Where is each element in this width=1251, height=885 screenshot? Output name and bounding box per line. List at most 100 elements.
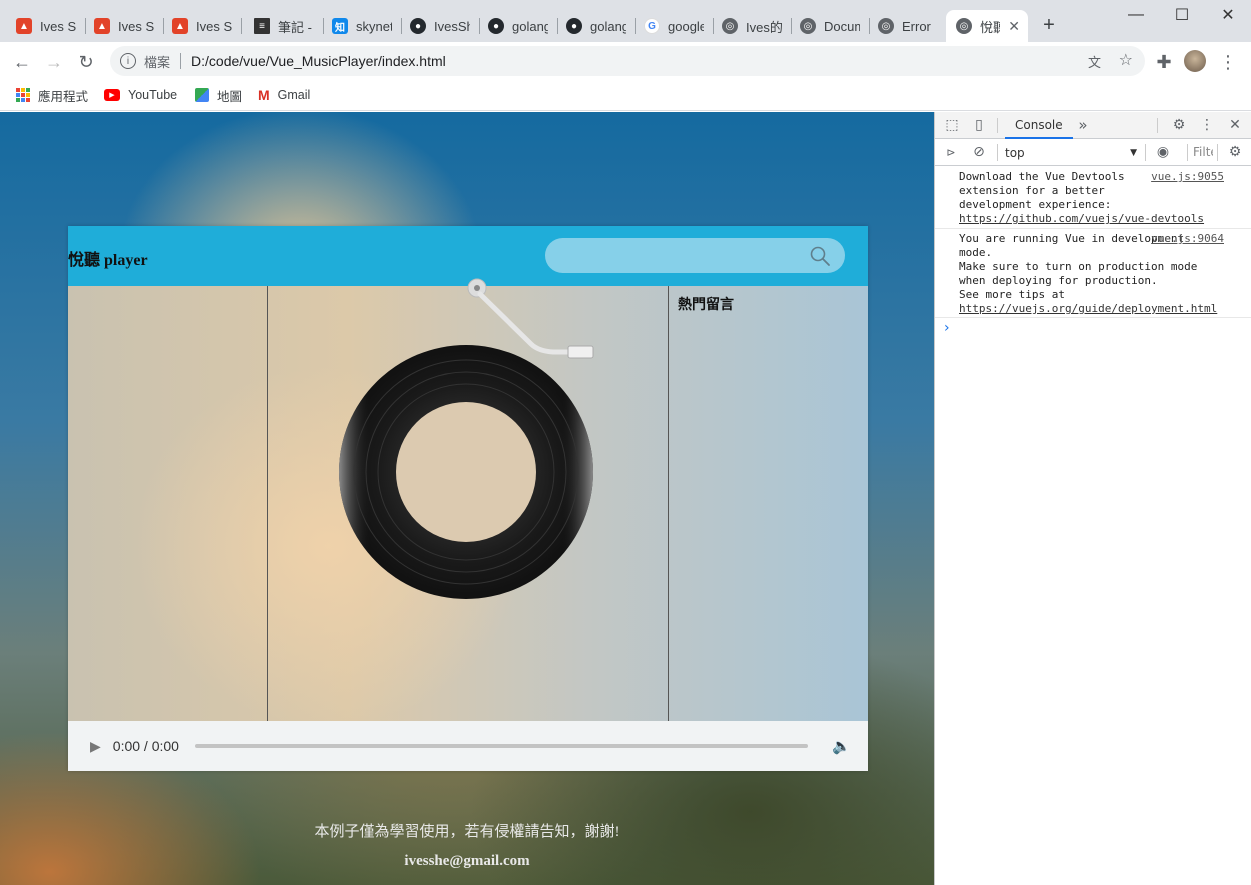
close-window-button[interactable]: ✕ bbox=[1205, 0, 1251, 30]
context-selector[interactable]: top ▼ bbox=[1005, 143, 1141, 162]
message-source-link[interactable]: vue.js:9064 bbox=[1151, 232, 1224, 246]
divider bbox=[668, 286, 669, 721]
tab-title: golang bbox=[590, 18, 626, 34]
bookmark-maps[interactable]: 地圖 bbox=[195, 86, 242, 104]
console-prompt[interactable]: › bbox=[944, 320, 950, 336]
github-icon: ● bbox=[488, 18, 504, 34]
audio-time: 0:00 / 0:00 bbox=[112, 738, 179, 754]
browser-tab[interactable]: ◎ Error bbox=[870, 10, 946, 42]
maximize-button[interactable]: ☐ bbox=[1159, 0, 1205, 30]
new-tab-button[interactable]: + bbox=[1038, 14, 1060, 36]
browser-tab-active[interactable]: ◎ 悅聽 ✕ bbox=[946, 10, 1028, 42]
clear-console-icon[interactable]: ⊘ bbox=[969, 142, 989, 162]
tab-title: Ives的 bbox=[746, 19, 782, 35]
volume-icon[interactable]: 🔈 bbox=[832, 737, 851, 755]
bookmark-label: Gmail bbox=[277, 88, 311, 102]
footer-email: ivesshe@gmail.com bbox=[404, 853, 530, 869]
github-icon: ● bbox=[566, 18, 582, 34]
play-icon[interactable]: ▶ bbox=[90, 738, 101, 755]
tab-console[interactable]: Console bbox=[1005, 112, 1073, 139]
browser-tab[interactable]: ◎ Ives的 bbox=[714, 10, 792, 42]
avatar[interactable] bbox=[1184, 50, 1206, 72]
bookmark-label: YouTube bbox=[128, 88, 178, 102]
eye-icon[interactable]: ◉ bbox=[1153, 142, 1173, 162]
context-label: top bbox=[1005, 145, 1025, 160]
browser-tab[interactable]: 知 skynet bbox=[324, 10, 402, 42]
bookmark-label: 應用程式 bbox=[38, 89, 89, 104]
bookmark-star-icon[interactable]: ☆ bbox=[1119, 50, 1133, 70]
browser-tab[interactable]: ● golang bbox=[480, 10, 558, 42]
tab-title: Ives Sh bbox=[196, 18, 232, 34]
bookmark-youtube[interactable]: ▶ YouTube bbox=[104, 86, 177, 104]
maps-icon bbox=[195, 88, 209, 102]
globe-icon: ◎ bbox=[878, 18, 894, 34]
tab-title: Ives Sh bbox=[40, 18, 76, 34]
tab-title: skynet bbox=[356, 18, 392, 34]
message-link[interactable]: https://vuejs.org/guide/deployment.html bbox=[959, 302, 1221, 316]
devtools-tabbar: ⬚ ▯ Console » ⚙ ⋮ ✕ bbox=[935, 112, 1251, 139]
page-title: 悅聽 player bbox=[68, 252, 148, 269]
url-text[interactable]: D:/code/vue/Vue_MusicPlayer/index.html bbox=[191, 53, 446, 69]
browser-tab[interactable]: ◎ Docum bbox=[792, 10, 870, 42]
sidebar-toggle-icon[interactable]: ⊳ bbox=[941, 142, 961, 162]
tab-title: 悅聽 bbox=[980, 19, 1001, 35]
console-toolbar: ⊳ ⊘ top ▼ ◉ Filter ⚙ bbox=[935, 139, 1251, 166]
menu-dots-icon[interactable]: ⋮ bbox=[1214, 48, 1242, 76]
extensions-icon[interactable]: ✚ bbox=[1150, 48, 1178, 76]
gear-icon[interactable]: ⚙ bbox=[1169, 115, 1189, 135]
divider bbox=[267, 286, 268, 721]
globe-icon: ◎ bbox=[800, 18, 816, 34]
youtube-icon: ▶ bbox=[104, 89, 120, 101]
search-input[interactable] bbox=[545, 238, 845, 273]
translate-icon[interactable]: 文 bbox=[1088, 52, 1101, 71]
bookmark-label: 地圖 bbox=[217, 89, 243, 104]
more-tabs-icon[interactable]: » bbox=[1073, 115, 1093, 135]
close-icon[interactable]: ✕ bbox=[1225, 115, 1245, 135]
google-icon: G bbox=[644, 18, 660, 34]
message-text: Download the Vue Devtools extension for … bbox=[959, 170, 1132, 211]
message-source-link[interactable]: vue.js:9055 bbox=[1151, 170, 1224, 184]
search-icon[interactable] bbox=[809, 245, 831, 267]
kebab-menu-icon[interactable]: ⋮ bbox=[1197, 115, 1217, 135]
scheme-label: 檔案 bbox=[144, 54, 171, 70]
inspect-element-icon[interactable]: ⬚ bbox=[942, 115, 962, 135]
vinyl-record-icon bbox=[339, 278, 594, 599]
song-list-panel bbox=[68, 286, 267, 721]
page-viewport: 悅聽 player 熱門留言 ▶ 0:00 / 0:00 🔈 本例子僅為學習使用… bbox=[0, 112, 934, 885]
info-icon[interactable]: i bbox=[120, 53, 136, 69]
tab-title: Docum bbox=[824, 18, 860, 34]
apps-grid-icon bbox=[16, 88, 30, 102]
seek-bar[interactable] bbox=[194, 744, 808, 748]
tab-title: 筆記 - I bbox=[278, 19, 314, 35]
back-arrow-icon[interactable]: ← bbox=[8, 48, 36, 76]
audio-player: ▶ 0:00 / 0:00 🔈 bbox=[68, 721, 868, 771]
tab-title: Ives Sh bbox=[118, 18, 154, 34]
github-icon: ● bbox=[410, 18, 426, 34]
browser-tab[interactable]: G google bbox=[636, 10, 714, 42]
minimize-button[interactable]: — bbox=[1113, 0, 1159, 30]
gitlab-icon: ▲ bbox=[172, 18, 188, 34]
bookmark-apps[interactable]: 應用程式 bbox=[16, 86, 88, 104]
device-toolbar-icon[interactable]: ▯ bbox=[969, 115, 989, 135]
message-link[interactable]: https://github.com/vuejs/vue-devtools bbox=[959, 212, 1204, 225]
comments-heading: 熱門留言 bbox=[678, 298, 734, 313]
footer-notice: 本例子僅為學習使用，若有侵權請告知，謝謝! bbox=[314, 824, 620, 840]
address-bar[interactable]: i 檔案 D:/code/vue/Vue_MusicPlayer/index.h… bbox=[110, 46, 1145, 76]
console-settings-icon[interactable]: ⚙ bbox=[1225, 142, 1245, 162]
console-message: vue.js:9064 You are running Vue in devel… bbox=[935, 230, 1251, 318]
forward-arrow-icon[interactable]: → bbox=[40, 48, 68, 76]
browser-tab[interactable]: ● IvesSh bbox=[402, 10, 480, 42]
browser-tab[interactable]: ▲ Ives Sh bbox=[8, 10, 86, 42]
music-player: 悅聽 player 熱門留言 ▶ 0:00 / 0:00 🔈 bbox=[68, 226, 868, 771]
filter-input[interactable]: Filter bbox=[1193, 145, 1213, 159]
reload-icon[interactable]: ↻ bbox=[72, 48, 100, 76]
tab-title: google bbox=[668, 18, 704, 34]
browser-tab[interactable]: ● golang bbox=[558, 10, 636, 42]
browser-tab[interactable]: ≡ 筆記 - I bbox=[246, 10, 324, 42]
browser-tab[interactable]: ▲ Ives Sh bbox=[86, 10, 164, 42]
close-tab-icon[interactable]: ✕ bbox=[1008, 18, 1020, 35]
bookmarks-bar: 應用程式 ▶ YouTube 地圖 M Gmail bbox=[0, 80, 1251, 111]
bookmark-gmail[interactable]: M Gmail bbox=[258, 86, 310, 104]
chevron-down-icon: ▼ bbox=[1130, 147, 1137, 158]
browser-tab[interactable]: ▲ Ives Sh bbox=[164, 10, 242, 42]
